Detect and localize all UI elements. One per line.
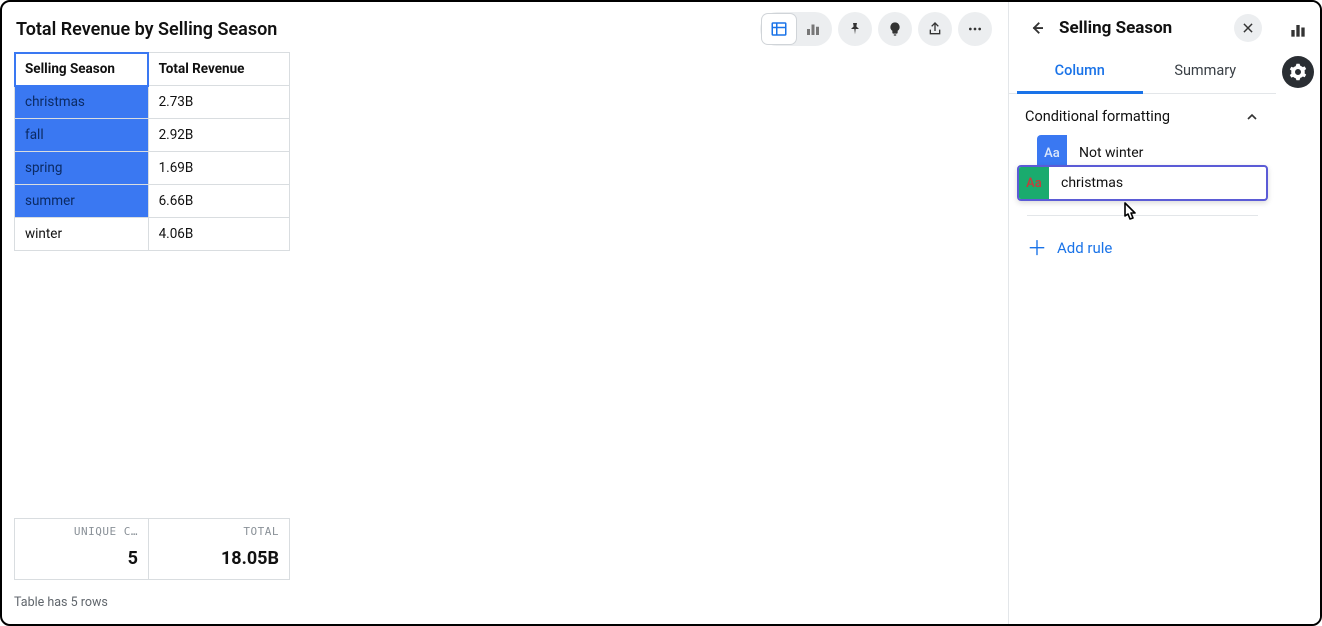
share-button[interactable] [918, 12, 952, 46]
back-button[interactable] [1023, 14, 1051, 42]
rail-chart-button[interactable] [1282, 14, 1314, 46]
bar-chart-icon [804, 20, 822, 38]
tab-column[interactable]: Column [1017, 50, 1143, 94]
cell-revenue[interactable]: 4.06B [148, 218, 289, 251]
footer-left-label: UNIQUE C… [25, 525, 138, 538]
cell-season[interactable]: fall [15, 119, 149, 152]
table-row[interactable]: winter4.06B [15, 218, 290, 251]
table-view-button[interactable] [762, 14, 796, 44]
table-icon [770, 20, 788, 38]
footer-left-value: 5 [25, 548, 138, 569]
pin-button[interactable] [838, 12, 872, 46]
more-button[interactable] [958, 12, 992, 46]
side-tabs: Column Summary [1009, 50, 1276, 94]
insight-button[interactable] [878, 12, 912, 46]
toolbar [760, 12, 992, 46]
lightbulb-icon [887, 21, 903, 37]
cell-season[interactable]: spring [15, 152, 149, 185]
footer-right-value: 18.05B [159, 548, 279, 569]
add-rule-label: Add rule [1057, 239, 1112, 257]
cell-season[interactable]: winter [15, 218, 149, 251]
cell-season[interactable]: summer [15, 185, 149, 218]
cell-season[interactable]: christmas [15, 86, 149, 119]
view-toggle [760, 12, 832, 46]
table-row[interactable]: spring1.69B [15, 152, 290, 185]
table-row[interactable]: summer6.66B [15, 185, 290, 218]
format-rule-label: christmas [1057, 175, 1123, 191]
chart-view-button[interactable] [796, 14, 830, 44]
section-conditional-formatting[interactable]: Conditional formatting [1009, 94, 1276, 135]
rail-settings-button[interactable] [1282, 56, 1314, 88]
table-row[interactable]: fall2.92B [15, 119, 290, 152]
right-rail [1276, 2, 1320, 624]
data-table: Selling Season Total Revenue christmas2.… [14, 52, 290, 251]
column-header-revenue[interactable]: Total Revenue [148, 53, 289, 86]
bar-chart-icon [1288, 20, 1308, 40]
gear-icon [1289, 63, 1307, 81]
arrow-left-icon [1028, 19, 1046, 37]
table-summary: UNIQUE C… 5 TOTAL 18.05B [14, 518, 290, 580]
table-row[interactable]: christmas2.73B [15, 86, 290, 119]
plus-icon: ＋ [1027, 238, 1047, 258]
footer-right-label: TOTAL [159, 525, 279, 538]
format-rule-label: Not winter [1075, 145, 1143, 161]
side-panel-title: Selling Season [1059, 18, 1226, 38]
cell-revenue[interactable]: 1.69B [148, 152, 289, 185]
close-icon [1241, 21, 1255, 35]
status-bar: Table has 5 rows [14, 595, 108, 610]
close-panel-button[interactable] [1234, 14, 1262, 42]
cell-revenue[interactable]: 6.66B [148, 185, 289, 218]
chevron-up-icon [1244, 109, 1260, 125]
rules-divider [1027, 215, 1258, 216]
side-panel: Selling Season Column Summary Conditiona… [1008, 2, 1276, 624]
column-header-season[interactable]: Selling Season [15, 53, 149, 86]
share-icon [927, 21, 943, 37]
page-title: Total Revenue by Selling Season [16, 19, 277, 40]
pin-icon [847, 21, 863, 37]
cell-revenue[interactable]: 2.73B [148, 86, 289, 119]
format-rule-christmas[interactable]: Aa christmas [1017, 165, 1268, 201]
more-horizontal-icon [967, 21, 983, 37]
add-rule-button[interactable]: ＋ Add rule [1009, 216, 1276, 280]
tab-summary[interactable]: Summary [1143, 50, 1269, 93]
cell-revenue[interactable]: 2.92B [148, 119, 289, 152]
section-title: Conditional formatting [1025, 108, 1170, 125]
format-swatch: Aa [1019, 167, 1049, 199]
